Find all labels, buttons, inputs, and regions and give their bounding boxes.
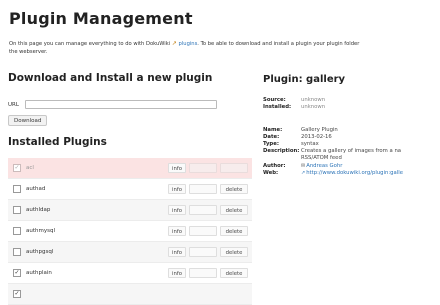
update-button[interactable] bbox=[189, 226, 217, 236]
plugin-row-authpgsql: authpgsql info delete bbox=[8, 242, 252, 263]
plugin-info-heading: Plugin: gallery bbox=[263, 74, 346, 85]
web-row: Web: ↗http://www.dokuwiki.org/plugin:gal… bbox=[263, 170, 403, 177]
author-row: Author: ✉Andreas Gohr bbox=[263, 163, 403, 170]
intro-text-end: . To be able to download and install a p… bbox=[197, 41, 360, 47]
interwiki-icon: ↗ bbox=[171, 40, 177, 47]
installed-row: Installed: unknown bbox=[263, 104, 325, 111]
date-label: Date: bbox=[263, 134, 280, 140]
delete-button[interactable]: delete bbox=[220, 226, 248, 236]
plugin-name: authmysql bbox=[26, 228, 55, 234]
name-value: Gallery Plugin bbox=[301, 127, 338, 133]
type-row: Type: syntax bbox=[263, 141, 403, 148]
plugin-info-panel: Plugin: gallery Source: unknown Installe… bbox=[263, 74, 440, 176]
update-button bbox=[189, 163, 217, 173]
url-label: URL bbox=[8, 101, 19, 108]
info-button[interactable]: info bbox=[168, 184, 186, 194]
web-label: Web: bbox=[263, 170, 279, 176]
plugin-name: authplain bbox=[26, 270, 52, 276]
plugin-row-authldap: authldap info delete bbox=[8, 200, 252, 221]
plugin-manager-left-column: Download and Install a new plugin URL Do… bbox=[8, 72, 252, 305]
update-button[interactable] bbox=[189, 205, 217, 215]
description-line-1: Creates a gallery of images from a na bbox=[301, 148, 402, 154]
source-value: unknown bbox=[301, 97, 326, 103]
plugin-source-table: Source: unknown Installed: unknown bbox=[263, 97, 325, 111]
plugins-link[interactable]: plugins bbox=[179, 41, 198, 47]
intro-text-start: On this page you can manage everything t… bbox=[9, 41, 171, 47]
download-heading: Download and Install a new plugin bbox=[8, 72, 213, 84]
plugin-enable-checkbox[interactable] bbox=[13, 206, 21, 214]
delete-button[interactable]: delete bbox=[220, 184, 248, 194]
date-row: Date: 2013-02-16 bbox=[263, 134, 403, 141]
source-row: Source: unknown bbox=[263, 97, 325, 104]
description-row: Description: Creates a gallery of images… bbox=[263, 148, 403, 162]
plugin-row-partial: ✓ bbox=[8, 284, 252, 305]
external-link-icon: ↗ bbox=[301, 170, 306, 176]
web-link[interactable]: http://www.dokuwiki.org/plugin:galle bbox=[306, 170, 403, 176]
author-link[interactable]: Andreas Gohr bbox=[306, 163, 342, 169]
mail-icon: ✉ bbox=[301, 163, 306, 169]
plugin-enable-checkbox[interactable] bbox=[13, 185, 21, 193]
plugin-row-authad: authad info delete bbox=[8, 179, 252, 200]
plugin-row-authplain: ✓ authplain info delete bbox=[8, 263, 252, 284]
plugin-enable-checkbox[interactable] bbox=[13, 227, 21, 235]
plugin-enable-checkbox[interactable]: ✓ bbox=[13, 290, 21, 298]
installed-plugins-heading: Installed Plugins bbox=[8, 136, 107, 148]
info-button[interactable]: info bbox=[168, 226, 186, 236]
update-button[interactable] bbox=[189, 184, 217, 194]
plugin-name: authpgsql bbox=[26, 249, 54, 255]
web-value: ↗http://www.dokuwiki.org/plugin:galle bbox=[301, 170, 403, 177]
name-row: Name: Gallery Plugin bbox=[263, 127, 403, 134]
plugin-enable-checkbox[interactable]: ✓ bbox=[13, 269, 21, 277]
type-value: syntax bbox=[301, 141, 319, 147]
name-label: Name: bbox=[263, 127, 283, 133]
installed-value: unknown bbox=[301, 104, 326, 110]
plugin-name: authad bbox=[26, 186, 46, 192]
delete-button[interactable]: delete bbox=[220, 247, 248, 257]
plugin-enable-checkbox[interactable] bbox=[13, 248, 21, 256]
description-label: Description: bbox=[263, 148, 300, 154]
installed-label: Installed: bbox=[263, 104, 292, 110]
plugin-details-table: Name: Gallery Plugin Date: 2013-02-16 Ty… bbox=[263, 127, 403, 177]
author-label: Author: bbox=[263, 163, 286, 169]
description-value: Creates a gallery of images from a na RS… bbox=[301, 148, 401, 162]
description-line-2: RSS/ATOM feed bbox=[301, 155, 342, 161]
intro-text-line2: the webserver. bbox=[9, 49, 48, 55]
delete-button bbox=[220, 163, 248, 173]
url-row: URL bbox=[8, 100, 217, 109]
author-value: ✉Andreas Gohr bbox=[301, 163, 342, 170]
date-value: 2013-02-16 bbox=[301, 134, 332, 140]
info-button[interactable]: info bbox=[168, 247, 186, 257]
delete-button[interactable]: delete bbox=[220, 268, 248, 278]
info-button[interactable]: info bbox=[168, 163, 186, 173]
page-title: Plugin Management bbox=[9, 9, 193, 28]
plugin-row-authmysql: authmysql info delete bbox=[8, 221, 252, 242]
type-label: Type: bbox=[263, 141, 279, 147]
delete-button[interactable]: delete bbox=[220, 205, 248, 215]
source-label: Source: bbox=[263, 97, 286, 103]
update-button[interactable] bbox=[189, 268, 217, 278]
url-input[interactable] bbox=[25, 100, 217, 109]
plugin-enable-checkbox: ✓ bbox=[13, 164, 21, 172]
plugin-name: acl bbox=[26, 165, 34, 171]
download-button[interactable]: Download bbox=[8, 115, 48, 126]
info-button[interactable]: info bbox=[168, 205, 186, 215]
intro-text: On this page you can manage everything t… bbox=[9, 40, 439, 56]
plugin-name: authldap bbox=[26, 207, 51, 213]
info-button[interactable]: info bbox=[168, 268, 186, 278]
update-button[interactable] bbox=[189, 247, 217, 257]
plugin-row-acl: ✓ acl info bbox=[8, 158, 252, 179]
